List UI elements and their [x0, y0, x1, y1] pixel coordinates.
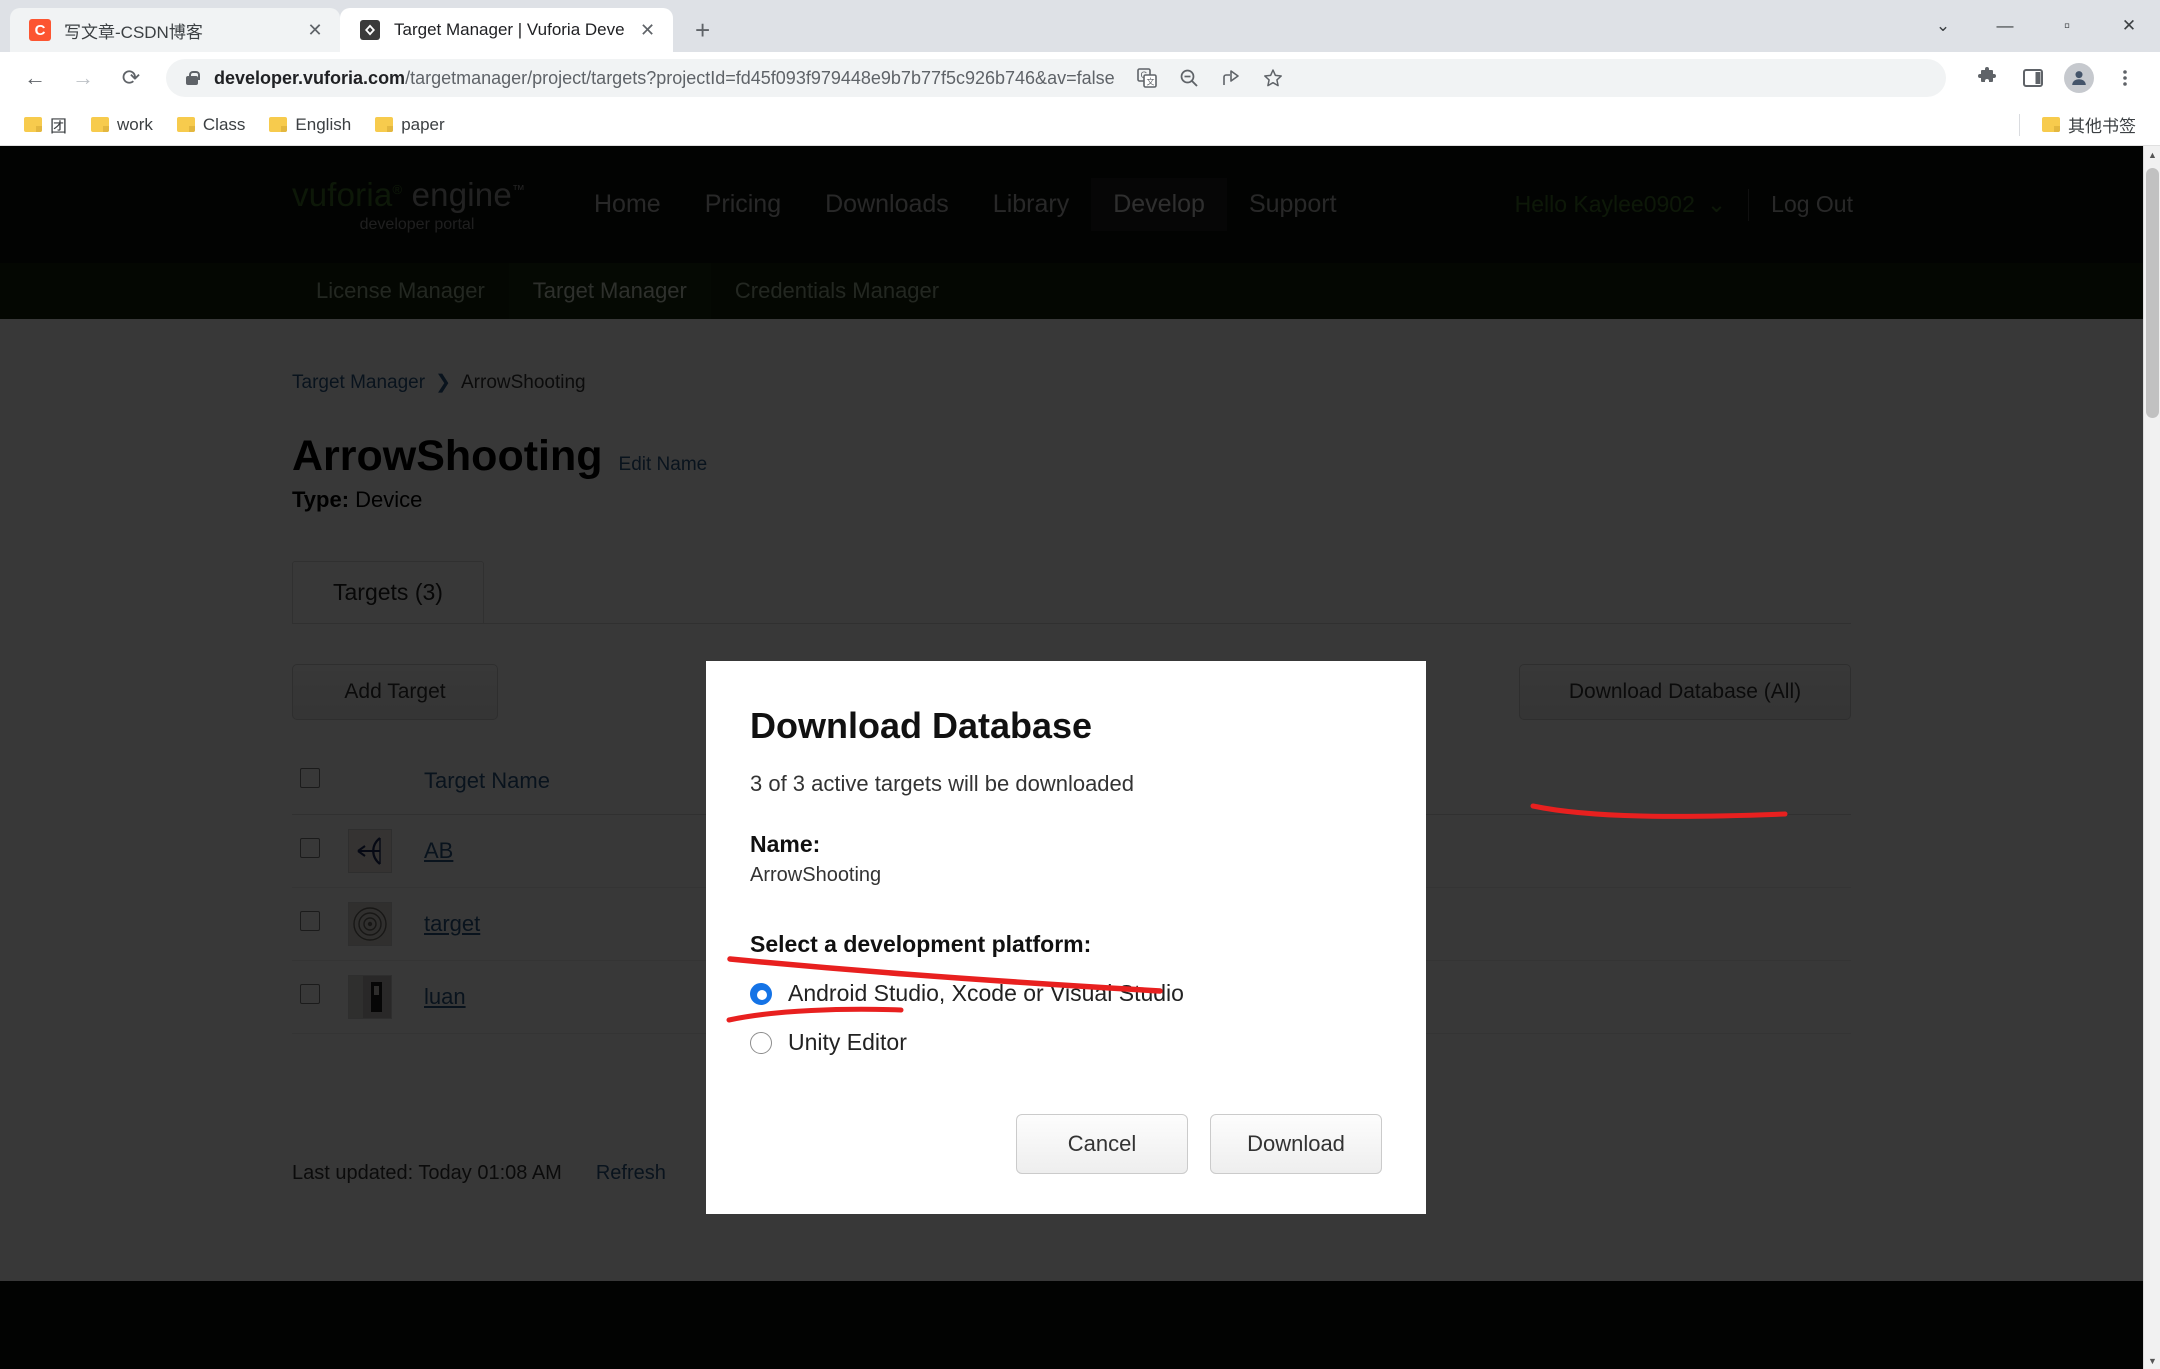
folder-icon [176, 117, 195, 132]
browser-tab-vuforia[interactable]: Target Manager | Vuforia Deve ✕ [340, 8, 673, 52]
url-path: /targetmanager/project/targets?projectId… [405, 67, 1115, 88]
other-bookmarks-button[interactable]: 其他书签 [2032, 108, 2146, 141]
bookmark-star-icon[interactable] [1255, 60, 1291, 96]
page-scrollbar[interactable]: ▲ ▼ [2143, 146, 2160, 1369]
bookmark-label: Class [202, 114, 246, 134]
radio-unselected-icon[interactable] [750, 1031, 772, 1054]
profile-avatar-icon[interactable] [2058, 57, 2100, 99]
close-icon[interactable]: ✕ [304, 20, 326, 41]
platform-option-native[interactable]: Android Studio, Xcode or Visual Studio [750, 980, 1382, 1007]
dialog-actions: Cancel Download [750, 1114, 1382, 1174]
folder-icon [24, 117, 42, 132]
browser-tab-csdn[interactable]: C 写文章-CSDN博客 ✕ [10, 8, 340, 52]
bookmark-item[interactable]: paper [365, 111, 454, 139]
bookmarks-bar: 团 work Class English paper 其他书签 [0, 104, 2160, 146]
bookmarks-divider [2019, 113, 2020, 136]
radio-selected-icon[interactable] [750, 982, 772, 1005]
forward-icon[interactable]: → [62, 57, 104, 99]
folder-icon [2042, 117, 2060, 132]
download-database-dialog: Download Database 3 of 3 active targets … [706, 661, 1426, 1214]
vuforia-icon [358, 18, 382, 42]
tab-title: Target Manager | Vuforia Deve [394, 20, 625, 39]
minimize-button[interactable]: — [1974, 0, 2036, 52]
reload-icon[interactable]: ⟳ [110, 57, 152, 99]
csdn-icon: C [28, 18, 52, 42]
platform-option-label: Android Studio, Xcode or Visual Studio [788, 980, 1184, 1006]
tab-strip: C 写文章-CSDN博客 ✕ Target Manager | Vuforia … [0, 0, 2160, 52]
bookmark-item[interactable]: work [81, 111, 163, 139]
svg-text:文: 文 [1146, 77, 1154, 87]
platform-select-label: Select a development platform: [750, 931, 1092, 957]
maximize-button[interactable]: ▫ [2036, 0, 2098, 52]
bookmark-item[interactable]: English [259, 111, 361, 139]
url-domain: developer.vuforia.com [214, 67, 406, 88]
toolbar-icons [1960, 57, 2146, 99]
chevron-down-icon[interactable]: ⌄ [1912, 0, 1974, 52]
chrome-menu-icon[interactable] [2104, 57, 2146, 99]
dialog-title: Download Database [750, 705, 1093, 746]
folder-icon [269, 117, 288, 132]
extensions-puzzle-icon[interactable] [1966, 57, 2008, 99]
share-icon[interactable] [1213, 60, 1249, 96]
bookmark-item[interactable]: 团 [14, 108, 77, 141]
platform-option-label: Unity Editor [788, 1029, 907, 1055]
lock-icon [184, 70, 200, 86]
url-text: developer.vuforia.com/targetmanager/proj… [214, 68, 1115, 89]
scrollbar-thumb[interactable] [2146, 168, 2159, 418]
dialog-name-label: Name: [750, 831, 821, 857]
scroll-up-arrow-icon[interactable]: ▲ [2144, 146, 2160, 163]
close-icon[interactable]: ✕ [637, 20, 659, 41]
cancel-button[interactable]: Cancel [1016, 1114, 1188, 1174]
dialog-subtitle: 3 of 3 active targets will be downloaded [750, 771, 1135, 796]
new-tab-button[interactable]: + [681, 8, 725, 52]
bookmark-label: English [295, 114, 352, 134]
address-bar[interactable]: developer.vuforia.com/targetmanager/proj… [166, 59, 1946, 97]
platform-option-unity[interactable]: Unity Editor [750, 1029, 1382, 1056]
window-controls: ⌄ — ▫ ✕ [1912, 0, 2160, 52]
zoom-out-icon[interactable] [1171, 60, 1207, 96]
scroll-down-arrow-icon[interactable]: ▼ [2144, 1352, 2160, 1369]
browser-toolbar: ← → ⟳ developer.vuforia.com/targetmanage… [0, 52, 2160, 104]
back-icon[interactable]: ← [14, 57, 56, 99]
close-window-button[interactable]: ✕ [2098, 0, 2160, 52]
folder-icon [91, 117, 109, 132]
bookmark-label: paper [401, 114, 445, 134]
translate-icon[interactable]: G文 [1129, 60, 1165, 96]
browser-window: C 写文章-CSDN博客 ✕ Target Manager | Vuforia … [0, 0, 2160, 1369]
bookmark-item[interactable]: Class [167, 111, 256, 139]
bookmark-label: 团 [50, 117, 67, 136]
bookmark-label: work [117, 114, 153, 134]
side-panel-icon[interactable] [2012, 57, 2054, 99]
omnibox-icons: G文 [1129, 60, 1291, 96]
download-button[interactable]: Download [1210, 1114, 1382, 1174]
page-viewport: vuforia® engine™ developer portal Home P… [0, 146, 2160, 1369]
other-bookmarks-label: 其他书签 [2068, 117, 2136, 136]
tab-title: 写文章-CSDN博客 [64, 22, 203, 42]
folder-icon [375, 117, 394, 132]
dialog-name-value: ArrowShooting [750, 864, 882, 886]
